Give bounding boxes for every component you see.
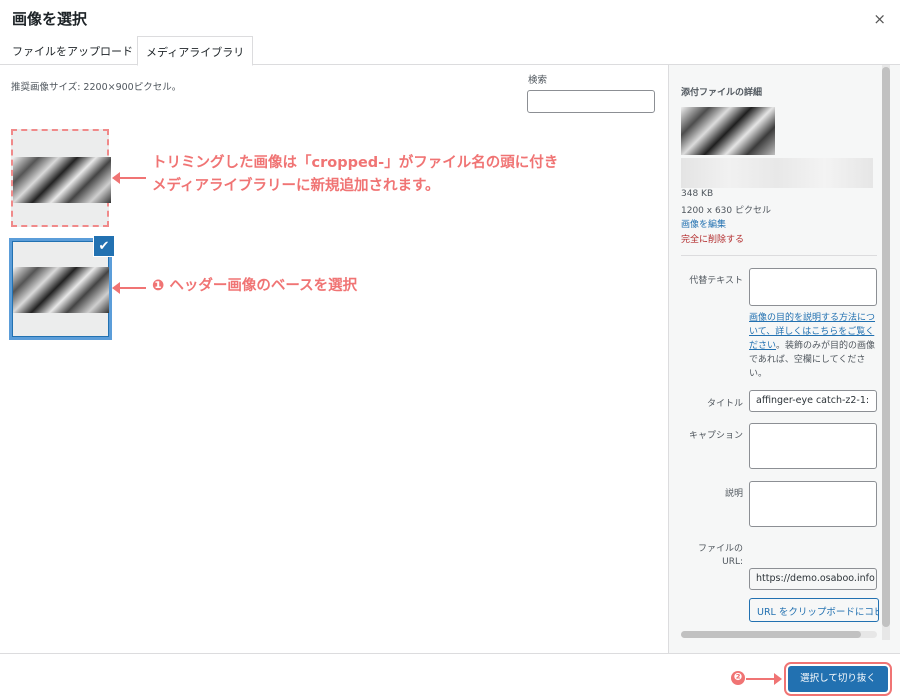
annotation-arrow-icon <box>112 172 146 184</box>
delete-permanently-link[interactable]: 完全に削除する <box>681 232 744 245</box>
description-field[interactable] <box>749 481 877 527</box>
file-url-field[interactable]: https://demo.osaboo.info <box>749 568 877 590</box>
alt-text-help: 画像の目的を説明する方法について、詳しくはこちらをご覧ください。装飾のみが目的の… <box>749 311 879 381</box>
modal-header: 画像を選択 × <box>0 0 900 36</box>
scrollbar-thumb[interactable] <box>681 631 861 638</box>
title-label: タイトル <box>706 399 743 409</box>
alt-text-label: 代替テキスト <box>689 276 743 286</box>
file-size: 348 KB <box>681 189 714 199</box>
blurred-filename <box>681 158 873 188</box>
annotation-arrow-icon <box>112 282 146 294</box>
attachment-image <box>13 267 109 313</box>
close-icon[interactable]: × <box>873 10 886 28</box>
media-library-panel: 推奨画像サイズ: 2200×900ピクセル。 検索 ✔ トリミングした画像は「c… <box>0 65 668 653</box>
title-field[interactable]: affinger-eye catch-z2-1: <box>749 390 877 412</box>
recommended-size-note: 推奨画像サイズ: 2200×900ピクセル。 <box>11 82 182 93</box>
checkmark-icon[interactable]: ✔ <box>93 235 115 257</box>
search-input[interactable] <box>527 90 655 113</box>
media-tabs: ファイルをアップロード メディアライブラリ <box>0 36 900 66</box>
horizontal-scrollbar[interactable] <box>681 631 877 638</box>
attachment-image <box>13 157 111 203</box>
tab-media-library[interactable]: メディアライブラリ <box>137 36 254 66</box>
attachment-thumbnail-selected[interactable]: ✔ <box>9 235 115 340</box>
modal-footer: ❷ 選択して切り抜く <box>0 653 900 700</box>
alt-text-field[interactable] <box>749 268 877 306</box>
caption-field[interactable] <box>749 423 877 469</box>
attachment-thumbnail-cropped[interactable] <box>11 129 111 227</box>
scrollbar-thumb[interactable] <box>882 67 890 627</box>
annotation-line-1: トリミングした画像は「cropped-」がファイル名の頭に付き <box>152 155 559 171</box>
tab-upload-files[interactable]: ファイルをアップロード <box>4 36 141 65</box>
description-label: 説明 <box>724 489 743 499</box>
annotation-line-2: メディアライブラリーに新規追加されます。 <box>152 178 440 194</box>
divider <box>681 255 877 256</box>
annotation-step-2-badge: ❷ <box>731 671 745 685</box>
file-url-label: ファイルのURL: <box>697 544 743 567</box>
modal-title: 画像を選択 <box>12 10 88 28</box>
annotation-step-1: ❶ ヘッダー画像のベースを選択 <box>152 278 358 294</box>
attachment-details-sidebar: 添付ファイルの詳細 348 KB 1200 x 630 ピクセル 画像を編集 完… <box>668 65 900 653</box>
edit-image-link[interactable]: 画像を編集 <box>681 217 726 230</box>
attachment-details-title: 添付ファイルの詳細 <box>681 88 763 98</box>
annotation-arrow-icon <box>746 673 782 685</box>
annotation-cropped-note: トリミングした画像は「cropped-」がファイル名の頭に付き メディアライブラ… <box>152 152 558 198</box>
copy-url-button[interactable]: URL をクリップボードにコピ <box>749 598 879 622</box>
sidebar-scrollbar[interactable] <box>882 65 890 640</box>
caption-label: キャプション <box>688 431 743 441</box>
select-and-crop-button[interactable]: 選択して切り抜く <box>784 662 892 696</box>
search-label: 検索 <box>528 75 548 86</box>
attachment-preview-image <box>681 107 775 155</box>
image-dimensions: 1200 x 630 ピクセル <box>681 206 771 216</box>
